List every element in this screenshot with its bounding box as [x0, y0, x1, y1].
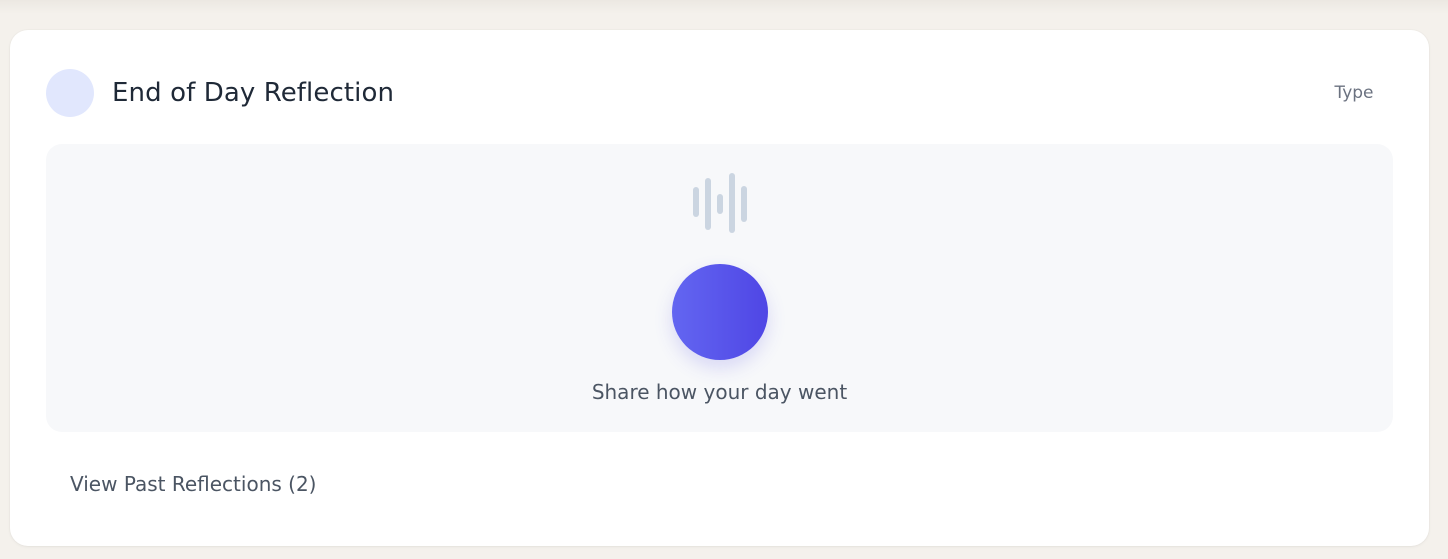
- type-button[interactable]: Type: [1312, 78, 1396, 108]
- card-title: End of Day Reflection: [112, 78, 395, 108]
- reflection-card: End of Day Reflection Type Share how you…: [10, 30, 1429, 546]
- waveform-icon: [692, 172, 748, 236]
- top-shadow: [0, 0, 1448, 14]
- reflection-header-icon: [46, 69, 94, 117]
- voice-recorder-panel: Share how your day went: [46, 144, 1393, 432]
- record-button[interactable]: [672, 264, 768, 360]
- view-past-reflections-link[interactable]: View Past Reflections (2): [70, 470, 316, 498]
- record-prompt: Share how your day went: [591, 380, 848, 404]
